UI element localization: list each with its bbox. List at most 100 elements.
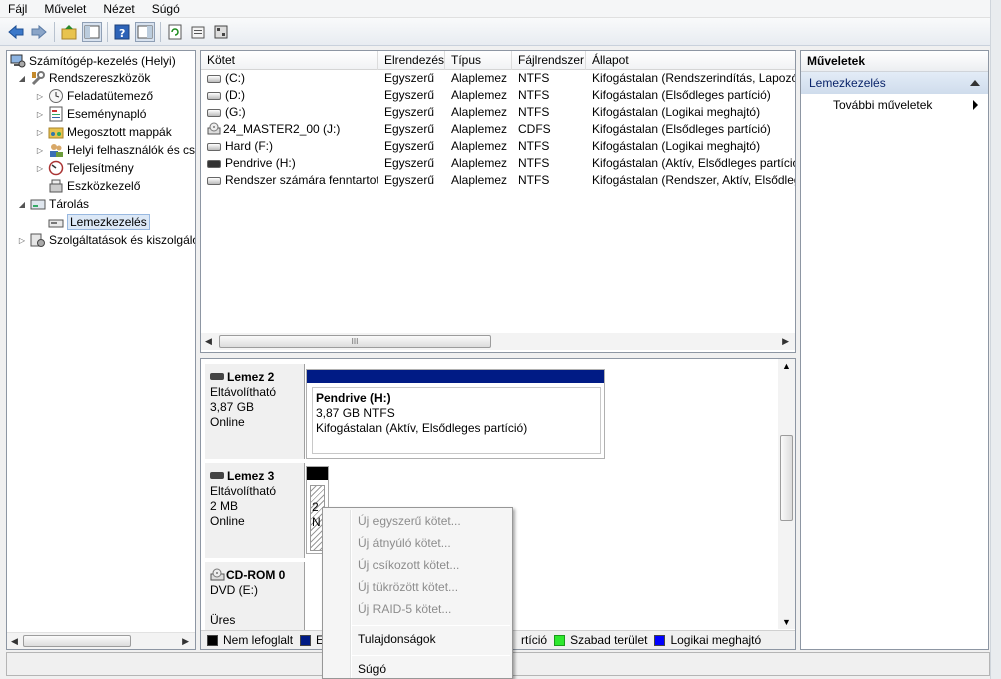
legend-item: Szabad terület <box>554 633 647 647</box>
tree-item-local-users[interactable]: ▷ Helyi felhasználók és cs <box>35 141 195 159</box>
back-icon[interactable] <box>6 22 26 42</box>
expand-icon[interactable]: ▷ <box>35 110 45 119</box>
column-header-layout[interactable]: Elrendezés <box>378 51 445 70</box>
volume-layout: Egyszerű <box>384 105 435 119</box>
tree-item-storage[interactable]: ◢ Tárolás <box>17 195 89 213</box>
tree-item-label: Eszközkezelő <box>67 179 141 193</box>
menu-action[interactable]: Művelet <box>36 1 95 17</box>
disk-status: Online <box>210 415 245 429</box>
tree-root[interactable]: Számítógép-kezelés (Helyi) <box>10 52 176 70</box>
legend-swatch <box>654 634 666 646</box>
properties-icon[interactable] <box>188 22 208 42</box>
menu-view[interactable]: Nézet <box>95 1 143 17</box>
table-row[interactable]: 24_MASTER2_00 (J:) Egyszerű Alaplemez CD… <box>201 121 795 138</box>
column-header-type[interactable]: Típus <box>445 51 512 70</box>
scroll-right-icon[interactable]: ▶ <box>782 336 789 347</box>
tree-item-task-scheduler[interactable]: ▷ Feladatütemező <box>35 87 153 105</box>
volume-type: Alaplemez <box>451 156 508 170</box>
collapse-icon[interactable]: ◢ <box>17 74 27 83</box>
tree-item-label: Teljesítmény <box>67 161 134 175</box>
disk-info-cdrom0[interactable]: CD-ROM 0 DVD (E:) Üres <box>205 562 305 630</box>
expand-icon[interactable]: ▷ <box>35 92 45 101</box>
scroll-thumb[interactable]: III <box>219 335 491 348</box>
cd-drive-icon <box>207 122 221 135</box>
disk-info-disk2[interactable]: Lemez 2 Eltávolítható 3,87 GB Online <box>205 364 305 459</box>
device-manager-icon <box>48 178 64 194</box>
menu-help[interactable]: Súgó <box>144 1 189 17</box>
scroll-thumb[interactable] <box>780 435 793 521</box>
table-row[interactable]: (C:) Egyszerű Alaplemez NTFS Kifogástala… <box>201 70 795 87</box>
tree-item-shared-folders[interactable]: ▷ Megosztott mappák <box>35 123 172 141</box>
performance-icon <box>48 160 64 176</box>
table-row[interactable]: Pendrive (H:) Egyszerű Alaplemez NTFS Ki… <box>201 155 795 172</box>
removable-disk-icon <box>210 472 224 479</box>
volume-list-horizontal-scrollbar[interactable]: ◀ III ▶ <box>201 333 795 350</box>
menu-item-new-simple-volume[interactable]: Új egyszerű kötet... <box>358 511 461 531</box>
scroll-left-icon[interactable]: ◀ <box>11 636 18 647</box>
tree-horizontal-scrollbar[interactable]: ◀ ▶ <box>7 632 195 649</box>
tree-item-label: Feladatütemező <box>67 89 154 103</box>
refresh-icon[interactable] <box>165 22 185 42</box>
expand-icon[interactable]: ▷ <box>35 146 45 155</box>
collapse-up-icon[interactable] <box>970 80 980 86</box>
legend-swatch <box>207 634 218 646</box>
partition-pendrive[interactable]: Pendrive (H:) 3,87 GB NTFS Kifogástalan … <box>306 369 605 459</box>
help-icon[interactable]: ? <box>112 22 132 42</box>
tree-item-label: Tárolás <box>49 197 90 211</box>
disk-type: DVD (E:) <box>210 583 258 597</box>
tree-item-event-viewer[interactable]: ▷ Eseménynapló <box>35 105 146 123</box>
show-hide-tree-icon[interactable] <box>82 21 102 42</box>
tree-item-performance[interactable]: ▷ Teljesítmény <box>35 159 134 177</box>
disk-view-vertical-scrollbar[interactable]: ▲ ▼ <box>778 359 795 629</box>
table-row[interactable]: Rendszer számára fenntartott Egyszerű Al… <box>201 172 795 189</box>
settings-icon[interactable] <box>211 22 231 42</box>
expand-icon[interactable]: ▷ <box>35 164 45 173</box>
tree-item-services[interactable]: ▷ Szolgáltatások és kiszolgáló <box>17 231 195 249</box>
collapse-icon[interactable]: ◢ <box>17 200 27 209</box>
computer-management-icon <box>10 53 26 69</box>
up-folder-icon[interactable] <box>59 22 79 42</box>
menu-item-properties[interactable]: Tulajdonságok <box>358 629 436 649</box>
forward-icon[interactable] <box>29 22 49 42</box>
scroll-left-icon[interactable]: ◀ <box>205 336 212 347</box>
menu-file[interactable]: Fájl <box>0 1 36 17</box>
cd-rom-icon <box>210 568 225 581</box>
action-pane-toggle-icon[interactable] <box>135 21 155 42</box>
legend-label: rtíció <box>521 633 548 647</box>
expand-icon[interactable]: ▷ <box>35 128 45 137</box>
menu-item-new-raid5-volume[interactable]: Új RAID-5 kötet... <box>358 599 451 619</box>
column-header-filesystem[interactable]: Fájlrendszer <box>512 51 586 70</box>
scroll-thumb[interactable] <box>23 635 131 647</box>
table-row[interactable]: (D:) Egyszerű Alaplemez NTFS Kifogástala… <box>201 87 795 104</box>
drive-icon <box>207 109 221 117</box>
menu-item-new-striped-volume[interactable]: Új csíkozott kötet... <box>358 555 459 575</box>
tree-item-device-manager[interactable]: Eszközkezelő <box>35 177 140 195</box>
menu-item-new-mirrored-volume[interactable]: Új tükrözött kötet... <box>358 577 458 597</box>
tree-item-disk-management[interactable]: Lemezkezelés <box>35 213 150 231</box>
tree-item-label: Helyi felhasználók és cs <box>67 143 196 157</box>
section-label: Lemezkezelés <box>809 76 886 90</box>
tree-root-label: Számítógép-kezelés (Helyi) <box>29 54 176 68</box>
expand-icon[interactable]: ▷ <box>17 236 27 245</box>
tree-item-system-tools[interactable]: ◢ Rendszereszközök <box>17 69 150 87</box>
volume-status: Kifogástalan (Elsődleges partíció) <box>592 88 771 102</box>
scroll-down-icon[interactable]: ▼ <box>782 617 791 627</box>
menu-item-help[interactable]: Súgó <box>358 659 386 679</box>
menu-item-new-spanned-volume[interactable]: Új átnyúló kötet... <box>358 533 451 553</box>
column-header-volume[interactable]: Kötet <box>201 51 378 70</box>
table-row[interactable]: Hard (F:) Egyszerű Alaplemez NTFS Kifogá… <box>201 138 795 155</box>
submenu-arrow-icon <box>973 100 978 110</box>
removable-disk-icon <box>210 373 224 380</box>
table-row[interactable]: (G:) Egyszerű Alaplemez NTFS Kifogástala… <box>201 104 795 121</box>
disk-name: Lemez 3 <box>227 469 275 483</box>
actions-pane: Műveletek Lemezkezelés További műveletek <box>800 50 989 650</box>
scroll-up-icon[interactable]: ▲ <box>782 361 791 371</box>
volume-list: Kötet Elrendezés Típus Fájlrendszer Álla… <box>200 50 796 353</box>
actions-section-disk-management[interactable]: Lemezkezelés <box>801 72 988 94</box>
column-header-status[interactable]: Állapot <box>586 51 795 70</box>
menu-separator <box>352 625 510 626</box>
tree-item-label: Eseménynapló <box>67 107 147 121</box>
scroll-right-icon[interactable]: ▶ <box>182 636 189 647</box>
disk-info-disk3[interactable]: Lemez 3 Eltávolítható 2 MB Online <box>205 463 305 558</box>
more-actions-item[interactable]: További műveletek <box>801 94 988 116</box>
